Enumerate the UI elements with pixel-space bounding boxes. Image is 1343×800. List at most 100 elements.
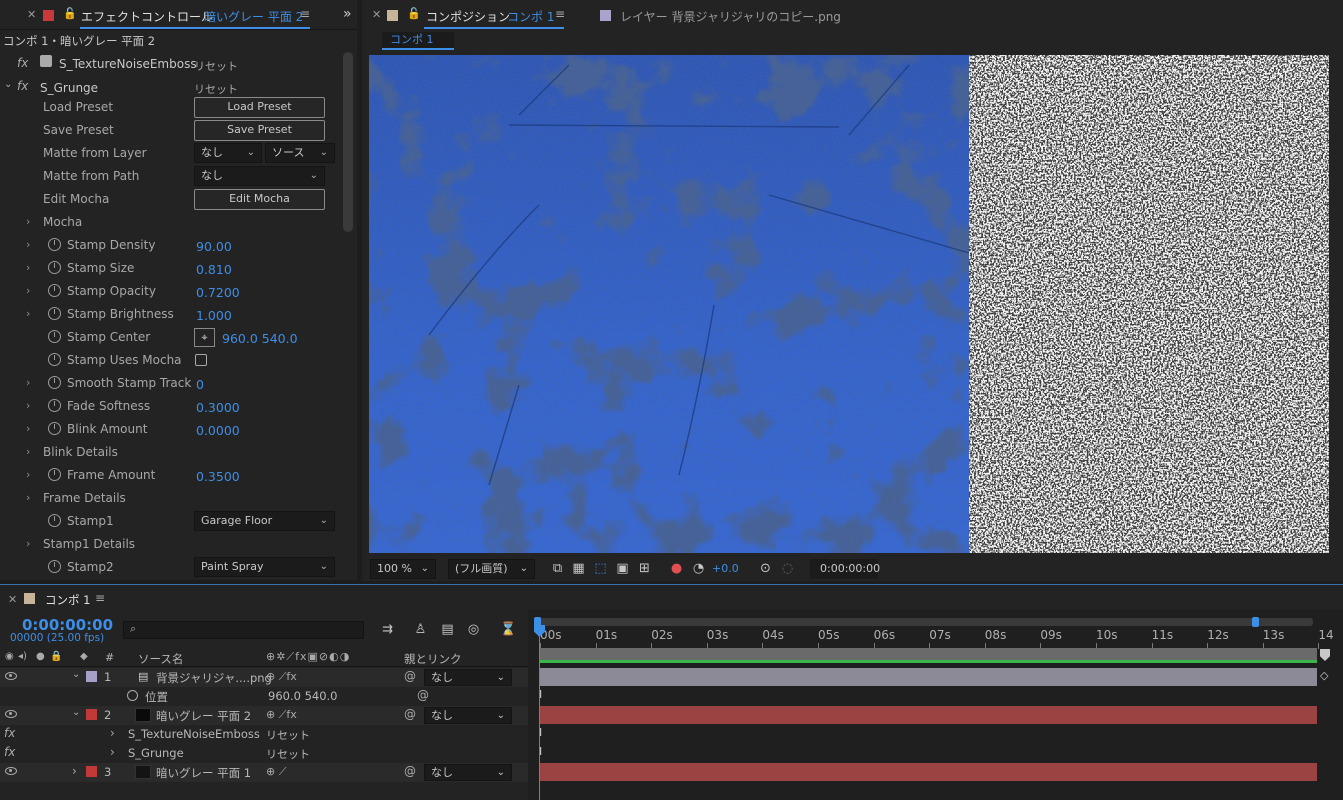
pickwhip-icon[interactable]: @ [404,669,416,683]
chevron-right-icon[interactable]: › [26,307,30,320]
stamp2-dropdown[interactable]: Paint Spray ⌄ [194,557,335,577]
region-of-interest-icon[interactable]: ▣ [615,561,630,576]
property-value[interactable]: 0 [196,377,204,392]
layer-bar-2[interactable] [539,706,1317,724]
chevron-right-icon[interactable]: › [26,284,30,297]
layer-switches[interactable]: ⊕ ⟋fx [266,670,297,684]
column-parent-link[interactable]: 親とリンク [404,651,462,667]
chevron-right-icon[interactable]: › [26,261,30,274]
chevron-right-icon[interactable]: › [26,215,30,228]
layer-label-color[interactable] [86,709,97,720]
property-value[interactable]: 0.3000 [196,400,240,415]
chevron-down-icon[interactable]: ⌄ [4,79,12,90]
blink-details-row[interactable]: › Blink Details [0,441,340,464]
chevron-right-icon[interactable]: › [26,468,30,481]
layer-tab[interactable]: レイヤー 背景ジャリジャリのコピー.png [620,8,841,25]
eye-icon[interactable] [5,767,17,775]
timeline-tab[interactable]: コンポ 1 [45,592,90,608]
chevron-right-icon[interactable]: › [26,376,30,389]
chevron-right-icon[interactable]: › [26,445,30,458]
color-management-icon[interactable]: ◔ [691,561,706,576]
zoom-dropdown[interactable]: 100 % ⌄ [370,559,436,579]
scrollbar-thumb[interactable] [343,52,353,232]
chevron-right-icon[interactable]: › [110,726,115,740]
property-value[interactable]: 960.0 540.0 [222,331,298,346]
graph-editor-icon[interactable]: ⌛ [500,622,516,637]
matte-source-dropdown[interactable]: ソース ⌄ [265,143,335,163]
property-value[interactable]: 0.3500 [196,469,240,484]
chevron-down-icon[interactable]: ⌄ [72,707,80,718]
chevron-right-icon[interactable]: › [72,764,77,778]
layer-end-marker[interactable]: ◇ [1320,669,1328,682]
parent-dropdown[interactable]: なし ⌄ [424,707,512,724]
parent-dropdown[interactable]: なし ⌄ [424,764,512,781]
panel-tab-layer[interactable]: 暗いグレー 平面 2 [204,8,303,25]
composition-viewer[interactable] [369,55,1329,553]
guides-grid-icon[interactable]: ⊞ [637,561,652,576]
panel-menu-icon[interactable]: ≡ [300,7,310,21]
layer-switches[interactable]: ⊕ ⟋ [266,765,286,779]
crosshair-point-icon[interactable]: ⌖ [194,328,215,347]
exposure-value[interactable]: +0.0 [712,562,739,575]
stopwatch-icon[interactable] [48,307,61,320]
layer-label-color[interactable] [86,766,97,777]
layer-row-1[interactable]: ⌄ 1 ▤ 背景ジャリジャ....png ⊕ ⟋fx @ なし ⌄ [0,668,528,687]
comp-tab-name[interactable]: コンポ 1 [507,8,554,25]
eye-icon[interactable] [5,710,17,718]
layer-row-2[interactable]: ⌄ 2 暗いグレー 平面 2 ⊕ ⟋fx @ なし ⌄ [0,706,528,725]
show-snapshot-icon[interactable]: ◌ [780,561,795,576]
channels-icon[interactable]: ● [669,561,684,576]
layer-bar-3[interactable] [539,763,1317,781]
panel-menu-icon[interactable]: ≡ [555,7,565,21]
mocha-group-row[interactable]: › Mocha [0,211,340,234]
resolution-dropdown[interactable]: (フル画質) ⌄ [448,559,535,579]
stopwatch-icon[interactable] [48,376,61,389]
panel-menu-icon[interactable]: ≡ [95,591,105,605]
stopwatch-icon[interactable] [48,514,61,527]
mask-path-visibility-icon[interactable]: ⬚ [593,561,608,576]
layer-switches[interactable]: ⊕ ⟋fx [266,708,297,722]
chevron-right-icon[interactable]: › [26,491,30,504]
matte-layer-dropdown[interactable]: なし ⌄ [194,143,262,163]
stamp1-details-row[interactable]: › Stamp1 Details [0,533,340,556]
chevron-right-icon[interactable]: › [110,745,115,759]
lock-icon[interactable]: 🔒 [50,651,62,662]
video-switch-icon[interactable]: ◉ [5,651,14,662]
fx-icon[interactable]: fx [4,745,15,759]
audio-icon[interactable]: ◂) [18,651,27,662]
reset-link[interactable]: リセット [194,58,238,74]
stopwatch-icon[interactable] [48,399,61,412]
reset-link[interactable]: リセット [194,81,238,97]
load-preset-button[interactable]: Load Preset [194,97,325,118]
transparency-grid-icon[interactable]: ▦ [571,561,586,576]
snapshot-region-icon[interactable]: ⧉ [550,561,565,576]
expand-panels-icon[interactable]: » [343,6,352,22]
pickwhip-icon[interactable]: @ [404,764,416,778]
close-icon[interactable]: ✕ [27,8,36,21]
layer-name[interactable]: 暗いグレー 平面 2 [156,708,251,724]
fx-icon[interactable]: fx [4,726,15,740]
stamp-uses-mocha-checkbox[interactable] [195,354,207,366]
playhead-line[interactable] [539,625,540,800]
comp-sub-tab[interactable]: コンポ 1 [382,32,454,50]
comp-flowchart-icon[interactable]: ⇉ [380,622,395,637]
time-ruler[interactable]: 00s 01s 02s 03s 04s 05s 06s 07s 08s 09s 10s 11s 12s 1… [528,585,1343,649]
stamp1-dropdown[interactable]: Garage Floor ⌄ [194,511,335,531]
close-icon[interactable]: ✕ [372,8,381,21]
chevron-right-icon[interactable]: › [26,238,30,251]
pickwhip-icon[interactable]: @ [417,688,429,702]
property-value[interactable]: 1.000 [196,308,232,323]
label-tag-icon[interactable]: ◆ [80,651,88,662]
lock-icon[interactable]: 🔓 [63,7,77,20]
frame-details-row[interactable]: › Frame Details [0,487,340,510]
stopwatch-icon[interactable] [48,353,61,366]
property-value[interactable]: 0.810 [196,262,232,277]
stopwatch-icon[interactable] [48,261,61,274]
chevron-down-icon[interactable]: ⌄ [72,669,80,680]
save-preset-button[interactable]: Save Preset [194,120,325,141]
layer-bar-1[interactable] [539,668,1317,686]
effect-row-s-grunge[interactable]: fx › S_Grunge リセット [0,744,528,763]
lock-icon[interactable]: 🔓 [407,7,421,20]
stopwatch-icon[interactable] [48,284,61,297]
motion-blur-icon[interactable]: ◎ [466,622,481,637]
